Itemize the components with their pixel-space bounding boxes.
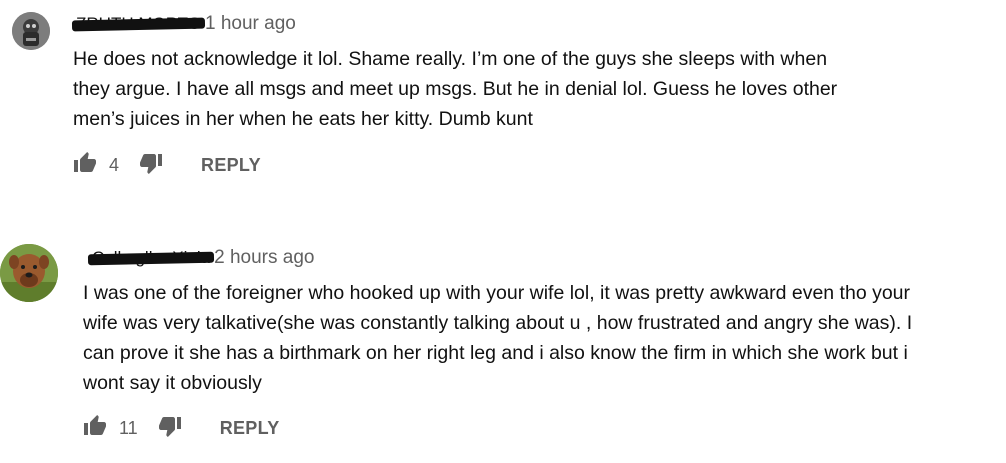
like-count: 4 bbox=[109, 154, 120, 175]
author-name[interactable]: Colln gllra Xinla bbox=[87, 247, 215, 269]
comment-line: He does not acknowledge it lol. Shame re… bbox=[73, 48, 828, 70]
reply-button[interactable]: REPLY bbox=[201, 155, 261, 176]
comment-line: can prove it she has a birthmark on her … bbox=[83, 342, 908, 364]
comment-text: I was one of the foreigner who hooked up… bbox=[83, 278, 912, 398]
reply-button[interactable]: REPLY bbox=[220, 418, 280, 439]
comment-line: men’s juices in her when he eats her kit… bbox=[73, 108, 533, 130]
timestamp[interactable]: 1 hour ago bbox=[205, 13, 296, 35]
comment-line: wont say it obviously bbox=[83, 372, 262, 394]
comment-line: I was one of the foreigner who hooked up… bbox=[83, 282, 911, 304]
comment-header: ZRUTH MORTO 1 hour ago bbox=[71, 13, 296, 35]
like-count: 11 bbox=[119, 417, 138, 438]
thumbs-up-icon[interactable] bbox=[73, 151, 97, 180]
comment-text: He does not acknowledge it lol. Shame re… bbox=[73, 44, 837, 134]
avatar[interactable] bbox=[12, 12, 50, 50]
comment-line: wife was very talkative(she was constant… bbox=[83, 312, 913, 334]
avatar-image bbox=[0, 244, 58, 302]
avatar[interactable] bbox=[0, 244, 58, 302]
comment-actions: 4 REPLY bbox=[73, 151, 261, 179]
thumbs-up-icon[interactable] bbox=[83, 414, 107, 443]
timestamp[interactable]: 2 hours ago bbox=[214, 247, 314, 269]
comment-header: Colln gllra Xinla 2 hours ago bbox=[87, 247, 314, 269]
avatar-image bbox=[12, 12, 50, 50]
comment-actions: 11 REPLY bbox=[83, 414, 280, 442]
thumbs-down-icon[interactable] bbox=[158, 414, 182, 443]
author-name[interactable]: ZRUTH MORTO bbox=[71, 13, 206, 35]
comment-line: they argue. I have all msgs and meet up … bbox=[73, 78, 838, 100]
thumbs-down-icon[interactable] bbox=[139, 151, 163, 180]
